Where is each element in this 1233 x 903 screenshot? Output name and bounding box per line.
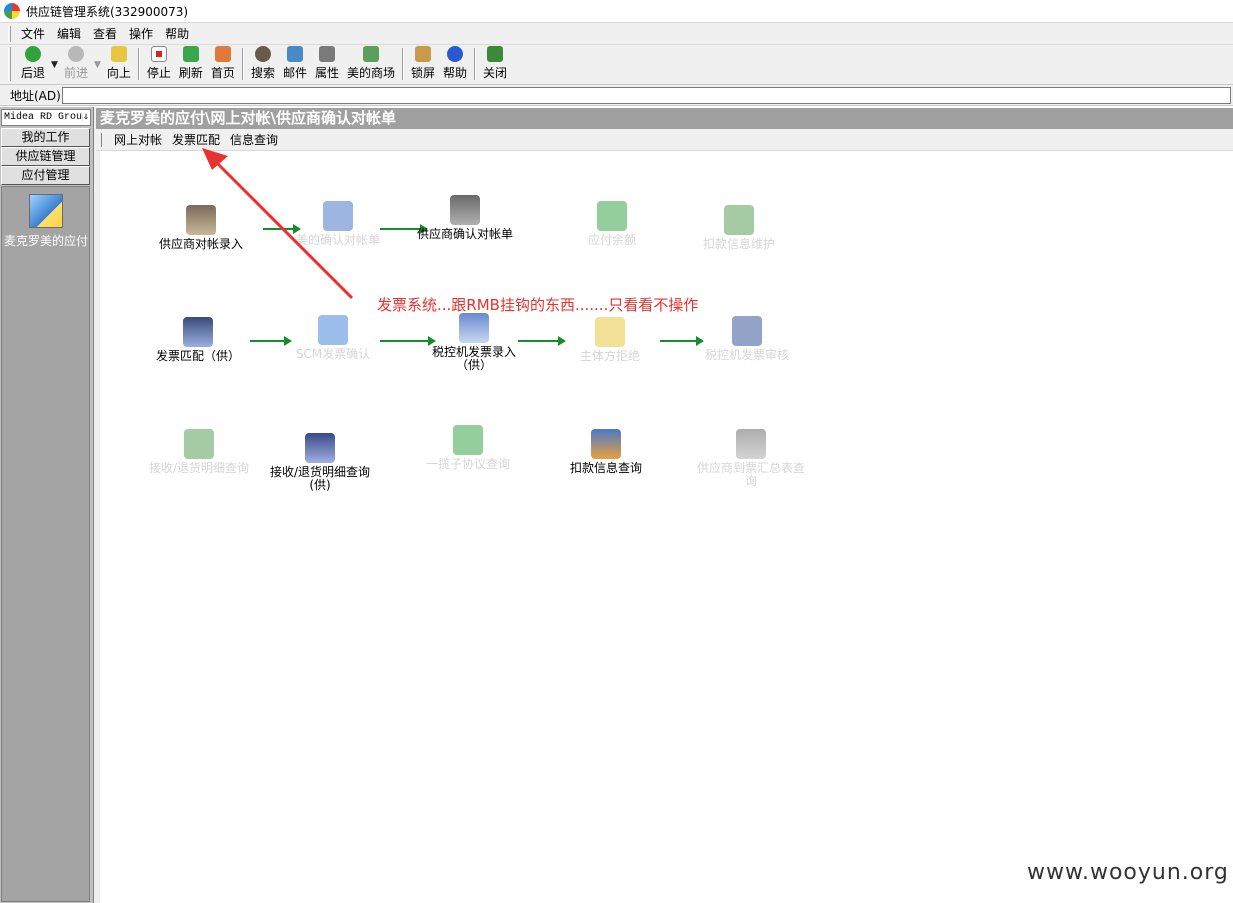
annotation-arrow: [202, 148, 354, 300]
watermark: www.wooyun.org: [1027, 860, 1229, 885]
annotation-text: 发票系统...跟RMB挂钩的东西.......只看看不操作: [377, 296, 699, 314]
annotation-arrow-line: [210, 156, 354, 300]
annotation-arrow-head: [202, 148, 228, 170]
